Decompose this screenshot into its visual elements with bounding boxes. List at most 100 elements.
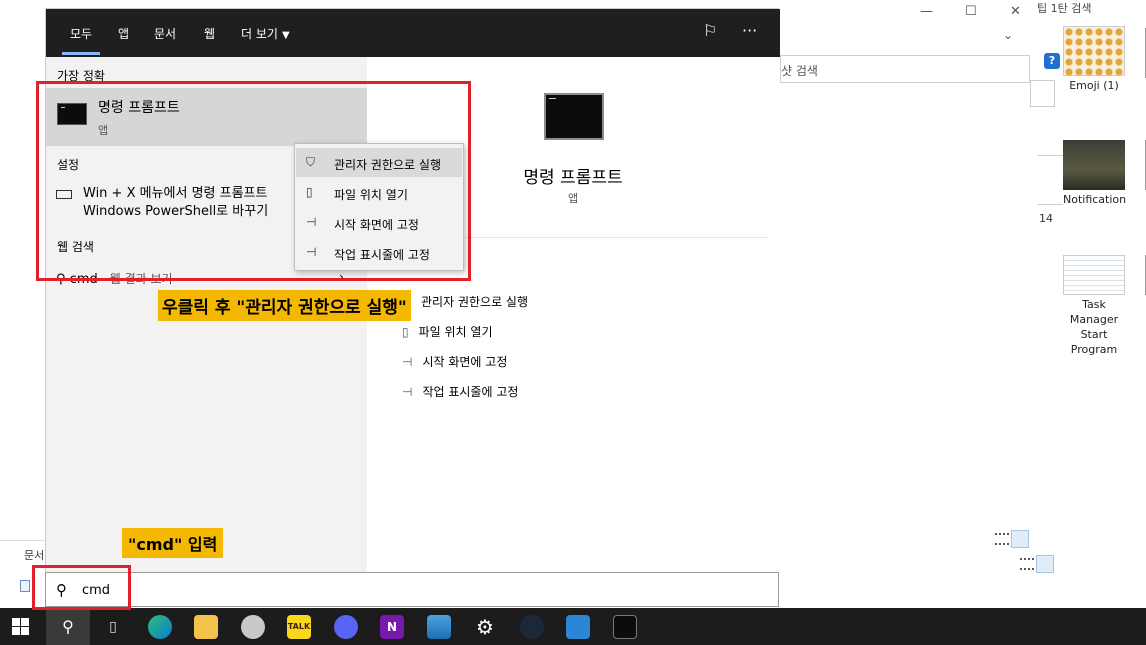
thumbnail-image xyxy=(1063,26,1125,76)
action-open-file-location[interactable]: ▯ 파일 위치 열기 xyxy=(402,323,492,340)
best-match-title: 명령 프롬프트 xyxy=(98,100,180,116)
pin-icon: ⊣ xyxy=(306,215,317,229)
section-web-search: 웹 검색 xyxy=(57,240,94,254)
pin-icon: ⊣ xyxy=(306,245,317,259)
thumbnail-image xyxy=(1063,140,1125,190)
minimize-icon[interactable]: — xyxy=(920,4,933,19)
background-window-left: 문서 xyxy=(0,0,50,608)
thumbnail-image xyxy=(1063,255,1125,295)
action-label: 작업 표시줄에 고정 xyxy=(422,385,519,399)
details-view-icon[interactable] xyxy=(1020,558,1034,570)
context-label: 시작 화면에 고정 xyxy=(334,218,419,232)
contact-icon[interactable] xyxy=(566,615,590,639)
thumbnail-view-icon[interactable] xyxy=(1011,530,1029,548)
thumbnail-item[interactable]: Task Manager Start Program xyxy=(1063,255,1125,357)
context-open-file-location[interactable]: ▯ 파일 위치 열기 xyxy=(296,178,462,207)
maximize-icon[interactable]: ☐ xyxy=(965,4,977,19)
tab-all[interactable]: 모두 xyxy=(61,25,101,55)
edge-icon[interactable] xyxy=(148,615,172,639)
thumbnail-label: Emoji (1) xyxy=(1069,79,1119,92)
annotation-input: "cmd" 입력 xyxy=(122,528,224,558)
pin-icon: ⊣ xyxy=(402,355,413,369)
action-pin-to-start[interactable]: ⊣ 시작 화면에 고정 xyxy=(402,353,507,370)
explorer-search-field[interactable]: 샷 검색 xyxy=(780,55,1030,83)
best-match-subtitle: 앱 xyxy=(98,124,109,137)
search-icon: ⚲ xyxy=(56,272,66,287)
file-icon: ▯ xyxy=(306,185,313,199)
settings-result-text: Win + X 메뉴에서 명령 프롬프트 Windows PowerShell로… xyxy=(83,185,268,221)
explorer-titlebar: — ☐ ✕ xyxy=(780,0,1065,26)
feedback-icon[interactable]: ⚐ xyxy=(703,21,717,40)
background-thumbnail-panel: 팁 1탄 검색 Emoji (1) Notification Task Mana… xyxy=(1037,0,1146,608)
view-toggle-2 xyxy=(1020,555,1062,577)
action-run-as-admin[interactable]: ⛉관리자 권한으로 실행 xyxy=(402,293,528,310)
context-label: 파일 위치 열기 xyxy=(334,188,408,202)
steam-icon[interactable] xyxy=(520,615,544,639)
annotation-right-click: 우클릭 후 "관리자 권한으로 실행" xyxy=(158,290,411,321)
command-prompt-icon xyxy=(57,103,87,125)
divider xyxy=(0,540,50,541)
background-explorer-window: — ☐ ✕ ⌄ 샷 검색 ? 14 xyxy=(780,0,1068,578)
action-label: 파일 위치 열기 xyxy=(418,325,493,339)
shield-icon: ⛉ xyxy=(306,155,316,169)
tab-more[interactable]: 더 보기 ▼ xyxy=(241,25,290,42)
taskbar-search-icon[interactable]: ⚲ xyxy=(46,608,90,645)
kakaotalk-icon[interactable]: TALK xyxy=(287,615,311,639)
context-label: 작업 표시줄에 고정 xyxy=(334,248,430,262)
photos-icon[interactable] xyxy=(427,615,451,639)
thumbnail-item[interactable]: Notification xyxy=(1063,140,1127,207)
item-count-label: 14 xyxy=(1039,212,1053,225)
chevron-down-icon[interactable]: ⌄ xyxy=(1003,28,1013,42)
terminal-icon[interactable] xyxy=(613,615,637,639)
highlight-box-search xyxy=(32,565,131,610)
explorer-panel-edge xyxy=(1030,80,1055,107)
monitor-icon xyxy=(56,190,72,199)
thumbnail-item[interactable]: Emoji (1) xyxy=(1063,26,1125,93)
settings-result-line2: Windows PowerShell로 바꾸기 xyxy=(83,204,269,219)
action-label: 시작 화면에 고정 xyxy=(422,355,508,369)
web-search-suffix: - 웹 결과 보기 xyxy=(97,272,173,286)
start-menu: 모두 앱 문서 웹 더 보기 ▼ ⚐ ··· 가장 정확 명령 프롬프트 앱 설정… xyxy=(45,8,780,573)
tab-more-label: 더 보기 xyxy=(241,27,278,41)
tab-web[interactable]: 웹 xyxy=(204,25,215,42)
discord-icon[interactable] xyxy=(334,615,358,639)
settings-result-line1: Win + X 메뉴에서 명령 프롬프트 xyxy=(83,186,268,201)
tab-apps[interactable]: 앱 xyxy=(118,25,129,42)
chevron-right-icon[interactable]: › xyxy=(339,270,344,284)
paint-icon[interactable] xyxy=(241,615,265,639)
tab-documents[interactable]: 문서 xyxy=(154,25,176,42)
file-icon xyxy=(20,580,30,592)
best-match-item[interactable]: 명령 프롬프트 앱 xyxy=(46,88,367,146)
onenote-icon[interactable]: N xyxy=(380,615,404,639)
web-search-query: cmd xyxy=(69,272,98,287)
command-prompt-large-icon xyxy=(544,93,604,140)
start-search-box[interactable]: ⚲ cmd xyxy=(45,572,779,607)
web-search-result[interactable]: ⚲ cmd - 웹 결과 보기 › xyxy=(56,270,356,287)
caret-down-icon: ▼ xyxy=(281,30,290,41)
close-icon[interactable]: ✕ xyxy=(1010,4,1021,19)
context-pin-to-taskbar[interactable]: ⊣ 작업 표시줄에 고정 xyxy=(296,238,462,267)
section-settings: 설정 xyxy=(57,158,80,172)
file-explorer-icon[interactable] xyxy=(194,615,218,639)
action-pin-to-taskbar[interactable]: ⊣ 작업 표시줄에 고정 xyxy=(402,383,518,400)
help-icon[interactable]: ? xyxy=(1044,53,1060,69)
thumbnail-label: Notification xyxy=(1063,193,1127,206)
context-pin-to-start[interactable]: ⊣ 시작 화면에 고정 xyxy=(296,208,462,237)
section-best-match: 가장 정확 xyxy=(57,69,105,83)
view-toggle xyxy=(995,530,1037,552)
windows-start-icon[interactable] xyxy=(12,618,30,636)
background-tab-label[interactable]: 문서 xyxy=(24,547,44,563)
explorer-search-placeholder: 샷 검색 xyxy=(781,64,818,78)
thumbnail-label: Task Manager Start Program xyxy=(1069,298,1119,356)
taskbar: ⚲ ▯ TALK N ⚙ xyxy=(0,608,1146,645)
task-view-icon[interactable]: ▯ xyxy=(101,615,125,639)
start-menu-header: 모두 앱 문서 웹 더 보기 ▼ ⚐ ··· xyxy=(46,9,780,57)
more-icon[interactable]: ··· xyxy=(742,21,757,40)
context-run-as-admin[interactable]: ⛉ 관리자 권한으로 실행 xyxy=(296,148,462,177)
folder-icon: ▯ xyxy=(402,325,409,339)
thumbnail-view-icon[interactable] xyxy=(1036,555,1054,573)
context-menu: ⛉ 관리자 권한으로 실행 ▯ 파일 위치 열기 ⊣ 시작 화면에 고정 ⊣ 작업 표시… xyxy=(294,143,464,271)
details-view-icon[interactable] xyxy=(995,533,1009,545)
settings-icon[interactable]: ⚙ xyxy=(473,615,497,639)
pin-icon: ⊣ xyxy=(402,385,413,399)
